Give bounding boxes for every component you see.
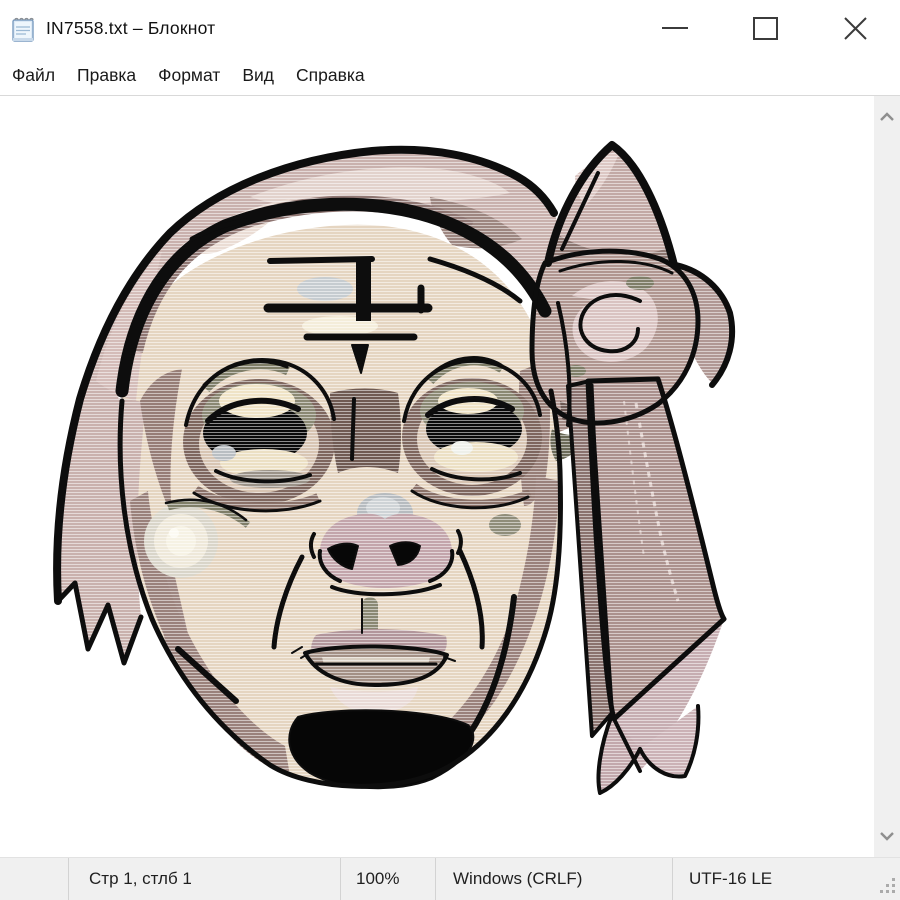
notepad-icon — [10, 16, 37, 43]
status-bar: Стр 1, стлб 1 100% Windows (CRLF) UTF-16… — [0, 857, 900, 900]
menu-file[interactable]: Файл — [1, 65, 66, 86]
close-button[interactable] — [810, 0, 900, 56]
status-line-ending: Windows (CRLF) — [435, 858, 672, 900]
maximize-icon — [753, 17, 778, 40]
menu-view[interactable]: Вид — [231, 65, 285, 86]
status-encoding-label: UTF-16 LE — [689, 869, 772, 889]
menu-edit[interactable]: Правка — [66, 65, 147, 86]
menu-help[interactable]: Справка — [285, 65, 376, 86]
scroll-down-button[interactable] — [874, 821, 900, 851]
resize-grip[interactable] — [892, 890, 895, 893]
maximize-button[interactable] — [720, 0, 810, 56]
window-title: IN7558.txt – Блокнот — [46, 18, 215, 39]
status-cursor-position: Стр 1, стлб 1 — [68, 858, 340, 900]
text-editor-canvas[interactable] — [0, 96, 874, 857]
ascii-art — [0, 96, 874, 857]
title-bar: IN7558.txt – Блокнот — [0, 0, 900, 56]
menu-bar: Файл Правка Формат Вид Справка — [0, 56, 900, 96]
minimize-button[interactable] — [630, 0, 720, 56]
status-encoding: UTF-16 LE — [672, 858, 900, 900]
status-spacer — [0, 858, 68, 900]
window-controls — [630, 0, 900, 56]
chevron-up-icon — [879, 111, 895, 123]
notepad-window: IN7558.txt – Блокнот Файл Правка Формат … — [0, 0, 900, 900]
menu-format[interactable]: Формат — [147, 65, 231, 86]
close-icon — [842, 15, 869, 42]
vertical-scrollbar[interactable] — [874, 96, 900, 857]
chevron-down-icon — [879, 830, 895, 842]
status-zoom-level: 100% — [340, 858, 435, 900]
scroll-up-button[interactable] — [874, 102, 900, 132]
minimize-icon — [662, 27, 688, 29]
